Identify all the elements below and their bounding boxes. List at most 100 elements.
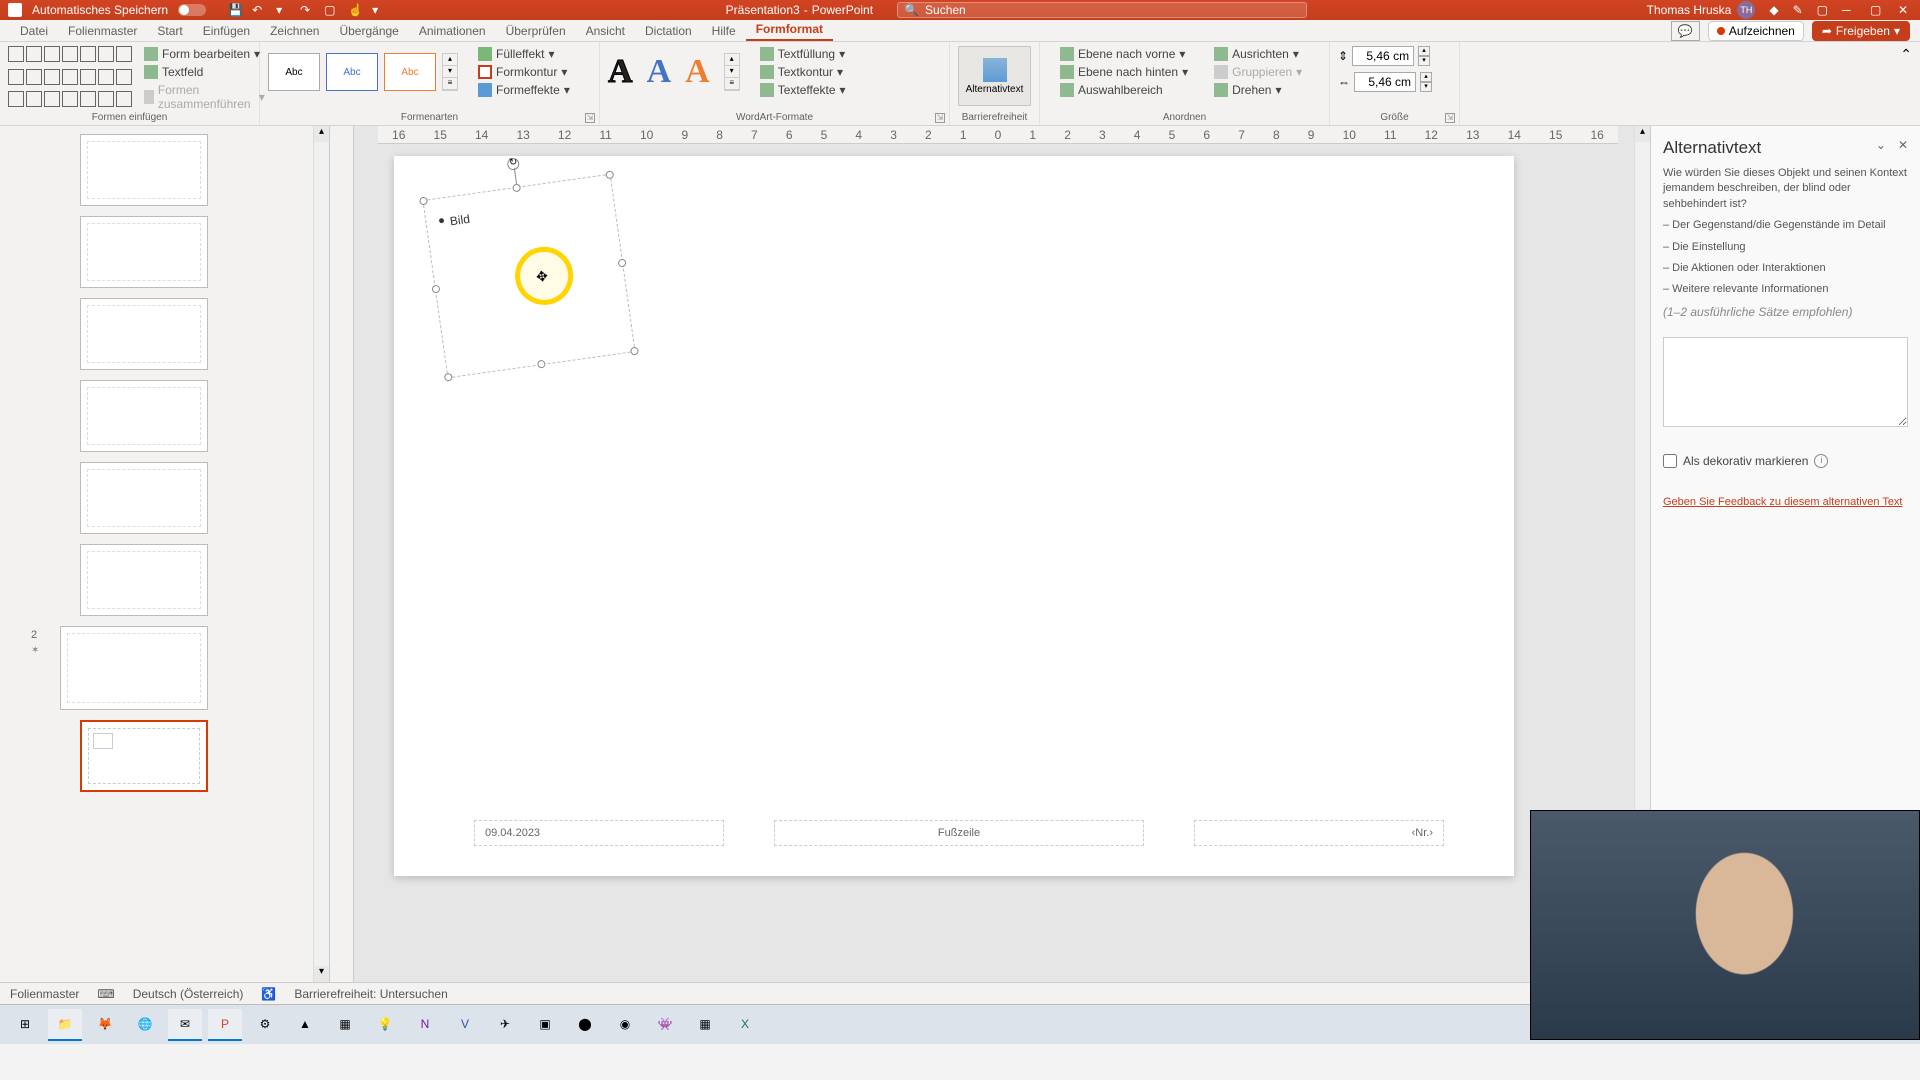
text-outline-button[interactable]: Textkontur ▾ xyxy=(756,64,850,80)
tab-formformat[interactable]: Formformat xyxy=(746,19,833,41)
tab-dictation[interactable]: Dictation xyxy=(635,21,702,41)
text-effects-button[interactable]: Texteffekte ▾ xyxy=(756,82,850,98)
edit-shape-button[interactable]: Form bearbeiten ▾ xyxy=(140,46,269,62)
footer-page-placeholder[interactable]: ‹Nr.› xyxy=(1194,820,1444,846)
task-app-4[interactable]: ▣ xyxy=(528,1009,562,1041)
collapse-ribbon-button[interactable]: ⌃ xyxy=(1892,42,1920,125)
user-account[interactable]: Thomas Hruska TH xyxy=(1647,1,1756,19)
width-spinner[interactable]: ▴▾ xyxy=(1420,72,1432,92)
tab-hilfe[interactable]: Hilfe xyxy=(702,21,746,41)
layout-thumb-2[interactable] xyxy=(80,216,208,288)
resize-handle-b[interactable] xyxy=(537,360,546,369)
share-button[interactable]: ➦Freigeben▾ xyxy=(1812,21,1910,41)
bring-forward-button[interactable]: Ebene nach vorne ▾ xyxy=(1056,46,1192,62)
resize-handle-r[interactable] xyxy=(618,258,627,267)
style-preset-2[interactable]: Abc xyxy=(326,53,378,91)
footer-date-placeholder[interactable]: 09.04.2023 xyxy=(474,820,724,846)
undo-icon[interactable]: ↶ xyxy=(252,3,266,17)
wordart-preset-3[interactable]: A xyxy=(685,53,710,91)
tab-start[interactable]: Start xyxy=(147,21,192,41)
wordart-gallery[interactable]: A A A ▴▾≡ xyxy=(608,46,740,98)
autosave-toggle[interactable] xyxy=(178,4,206,16)
task-outlook[interactable]: ✉ xyxy=(168,1009,202,1041)
shape-styles-gallery[interactable]: Abc Abc Abc ▴▾≡ xyxy=(268,46,458,98)
window-icon[interactable]: ▢ xyxy=(1817,3,1828,17)
align-button[interactable]: Ausrichten ▾ xyxy=(1210,46,1306,62)
scroll-down-icon[interactable]: ▾ xyxy=(314,966,329,982)
diamond-icon[interactable]: ◆ xyxy=(1769,3,1778,17)
resize-handle-bl[interactable] xyxy=(444,373,453,382)
editor-scroll-up-icon[interactable]: ▴ xyxy=(1635,126,1650,142)
decorative-checkbox[interactable]: Als dekorativ markieren i xyxy=(1663,454,1908,468)
resize-handle-t[interactable] xyxy=(512,183,521,192)
thumbnail-scrollbar[interactable]: ▴ ▾ xyxy=(313,126,329,982)
slideshow-icon[interactable]: ▢ xyxy=(324,3,338,17)
pane-collapse-icon[interactable]: ⌄ xyxy=(1876,138,1886,152)
wordart-preset-2[interactable]: A xyxy=(647,53,672,91)
tab-animationen[interactable]: Animationen xyxy=(409,21,496,41)
task-discord[interactable]: 👾 xyxy=(648,1009,682,1041)
comments-icon[interactable]: 💬 xyxy=(1671,21,1700,41)
resize-handle-tr[interactable] xyxy=(605,170,614,179)
style-gallery-more[interactable]: ▴▾≡ xyxy=(442,53,458,91)
style-preset-3[interactable]: Abc xyxy=(384,53,436,91)
text-fill-button[interactable]: Textfüllung ▾ xyxy=(756,46,850,62)
undo-more-icon[interactable]: ▾ xyxy=(276,3,290,17)
master-thumb[interactable]: 2 ✶ xyxy=(60,626,208,710)
shapes-gallery[interactable] xyxy=(8,46,132,112)
resize-handle-tl[interactable] xyxy=(419,196,428,205)
style-preset-1[interactable]: Abc xyxy=(268,53,320,91)
alt-text-button[interactable]: Alternativtext xyxy=(958,46,1031,106)
status-language[interactable]: Deutsch (Österreich) xyxy=(133,987,244,1001)
task-app-6[interactable]: ▦ xyxy=(688,1009,722,1041)
layout-thumb-selected[interactable] xyxy=(80,720,208,792)
status-accessibility[interactable]: Barrierefreiheit: Untersuchen xyxy=(294,987,447,1001)
size-dialog-launcher[interactable]: ⇲ xyxy=(1445,113,1455,123)
close-icon[interactable]: ✕ xyxy=(1898,3,1912,17)
textbox-button[interactable]: Textfeld xyxy=(140,64,269,80)
task-vlc[interactable]: ▲ xyxy=(288,1009,322,1041)
task-app-1[interactable]: ⚙ xyxy=(248,1009,282,1041)
task-explorer[interactable]: 📁 xyxy=(48,1009,82,1041)
shape-fill-button[interactable]: Fülleffekt ▾ xyxy=(474,46,574,62)
pane-close-icon[interactable]: ✕ xyxy=(1898,138,1908,152)
layout-thumb-4[interactable] xyxy=(80,380,208,452)
width-input[interactable] xyxy=(1354,72,1416,92)
resize-handle-l[interactable] xyxy=(431,285,440,294)
shape-effects-button[interactable]: Formeffekte ▾ xyxy=(474,82,574,98)
info-icon[interactable]: i xyxy=(1814,454,1828,468)
layout-thumb-1[interactable] xyxy=(80,134,208,206)
status-accessibility-icon[interactable]: ♿ xyxy=(261,987,276,1001)
height-input[interactable] xyxy=(1352,46,1414,66)
task-powerpoint[interactable]: P xyxy=(208,1009,242,1041)
task-telegram[interactable]: ✈ xyxy=(488,1009,522,1041)
tab-ueberpruefen[interactable]: Überprüfen xyxy=(496,21,576,41)
alt-text-input[interactable] xyxy=(1663,337,1908,427)
maximize-icon[interactable]: ▢ xyxy=(1870,3,1884,17)
tab-zeichnen[interactable]: Zeichnen xyxy=(260,21,329,41)
tab-einfuegen[interactable]: Einfügen xyxy=(193,21,260,41)
footer-center-placeholder[interactable]: Fußzeile xyxy=(774,820,1144,846)
save-icon[interactable]: 💾 xyxy=(228,3,242,17)
decorative-checkbox-input[interactable] xyxy=(1663,454,1677,468)
task-onenote[interactable]: N xyxy=(408,1009,442,1041)
qat-more-icon[interactable]: ▾ xyxy=(372,3,386,17)
record-button[interactable]: Aufzeichnen xyxy=(1708,21,1804,41)
task-chrome[interactable]: 🌐 xyxy=(128,1009,162,1041)
selected-placeholder[interactable]: • Bild ✥ xyxy=(422,174,635,379)
scroll-up-icon[interactable]: ▴ xyxy=(314,126,329,142)
shape-outline-button[interactable]: Formkontur ▾ xyxy=(474,64,574,80)
status-lang-icon[interactable]: ⌨ xyxy=(97,987,114,1001)
minimize-icon[interactable]: ─ xyxy=(1842,3,1856,17)
task-firefox[interactable]: 🦊 xyxy=(88,1009,122,1041)
layout-thumb-3[interactable] xyxy=(80,298,208,370)
pen-icon[interactable]: ✎ xyxy=(1793,3,1803,17)
tab-uebergaenge[interactable]: Übergänge xyxy=(329,21,408,41)
slide-canvas[interactable]: • Bild ✥ 09.04.2023 Fußzeile ‹Nr.› xyxy=(394,156,1514,876)
tab-datei[interactable]: Datei xyxy=(10,21,58,41)
resize-handle-br[interactable] xyxy=(630,347,639,356)
search-box[interactable]: 🔍 Suchen xyxy=(897,2,1307,18)
task-excel[interactable]: X xyxy=(728,1009,762,1041)
wordart-preset-1[interactable]: A xyxy=(608,53,633,91)
task-app-3[interactable]: 💡 xyxy=(368,1009,402,1041)
